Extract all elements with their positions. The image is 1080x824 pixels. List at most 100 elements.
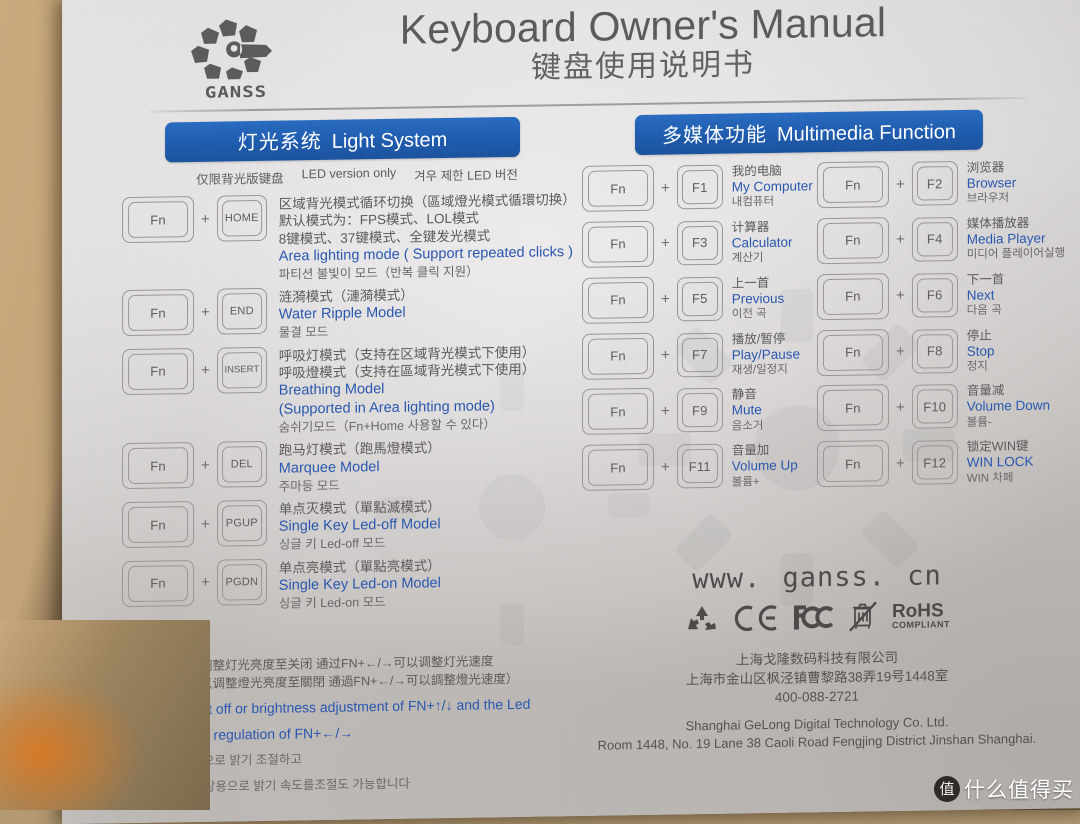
keycap-outer: Fn	[816, 272, 889, 320]
rohs-sublabel: COMPLIANT	[891, 619, 950, 631]
desc-cn-1: 音量减	[966, 383, 1005, 399]
keycap-outer: Fn	[122, 195, 195, 244]
desc-kr-1: WIN 차페	[966, 471, 1014, 485]
key-fn[interactable]: Fn	[816, 272, 889, 320]
plus-separator: +	[895, 287, 905, 305]
key-insert[interactable]: INSERT	[216, 346, 267, 394]
key-fn[interactable]: Fn	[122, 195, 195, 244]
ganss-gear-logo-icon	[191, 19, 273, 80]
key-combo: Fn + PGUP	[122, 499, 267, 549]
key-f7[interactable]: F7	[676, 332, 723, 377]
key-home[interactable]: HOME	[216, 194, 267, 242]
keycap-label: Fn	[128, 294, 189, 332]
brightness-note-kr-1: FN+↑/↓ 버튼 사용으로 밝기 조절하고	[110, 752, 302, 770]
desc-cn-1: 播放/暂停	[731, 331, 786, 347]
plus-separator: +	[895, 175, 905, 193]
multimedia-shortcut-row: Fn + F5 上一首 Previous 이전 곡	[581, 274, 817, 325]
key-fn[interactable]: Fn	[581, 276, 654, 324]
keycap-label: Fn	[587, 169, 648, 207]
shortcut-description: 单点灭模式（單點滅模式） Single Key Led-off Model 싱글 키…	[267, 497, 441, 553]
key-fn[interactable]: Fn	[816, 161, 889, 209]
keycap-outer: Fn	[122, 442, 195, 490]
keycap-label: Fn	[822, 222, 883, 259]
brightness-note-en-2: response speed regulation of FN+←/→	[110, 724, 354, 745]
key-fn[interactable]: Fn	[816, 440, 889, 488]
key-fn[interactable]: Fn	[581, 332, 654, 380]
key-f10[interactable]: F10	[911, 384, 958, 430]
shortcut-description: 停止 Stop 정지	[958, 327, 995, 374]
keycap-label: Fn	[128, 506, 189, 544]
keycap-outer: F9	[676, 388, 723, 433]
multimedia-title-en: Multimedia Function	[776, 121, 956, 146]
desc-kr-1: 볼륨+	[731, 475, 760, 489]
key-fn[interactable]: Fn	[581, 444, 654, 492]
key-f11[interactable]: F11	[676, 443, 723, 489]
multimedia-shortcut-row: Fn + F11 音量加 Volume Up 볼륨+	[581, 441, 817, 492]
desc-en-1: Mute	[731, 402, 762, 418]
key-combo: Fn + HOME	[122, 194, 267, 244]
plus-separator: +	[660, 346, 670, 364]
keycap-outer: Fn	[581, 388, 654, 436]
key-del[interactable]: DEL	[216, 441, 267, 489]
key-combo: Fn + F2	[816, 160, 958, 209]
key-fn[interactable]: Fn	[122, 442, 195, 490]
multimedia-shortcut-row: Fn + F1 我的电脑 My Computer 내컴퓨터	[581, 162, 817, 213]
website-url[interactable]: www. ganss. cn	[577, 558, 1057, 597]
key-combo: Fn + F3	[581, 220, 723, 268]
key-pgup[interactable]: PGUP	[216, 499, 267, 547]
desc-en-1: My Computer	[731, 178, 813, 195]
key-f2[interactable]: F2	[911, 160, 958, 206]
desc-cn-1: 计算器	[731, 219, 770, 235]
keycap-label: F10	[916, 389, 953, 425]
shortcut-description: 音量加 Volume Up 볼륨+	[723, 442, 798, 490]
weee-bin-icon	[849, 601, 877, 632]
multimedia-shortcut-row: Fn + F9 静音 Mute 음소거	[581, 386, 817, 437]
company-info: 上海戈隆数码科技有限公司 上海市金山区枫泾镇曹黎路38弄19号1448室 400…	[577, 645, 1057, 756]
desc-cn-1: 静音	[731, 387, 757, 402]
multimedia-shortcut-row: Fn + F10 音量减 Volume Down 볼륨-	[816, 382, 1052, 433]
key-f12[interactable]: F12	[911, 440, 958, 485]
keycap-outer: Fn	[122, 347, 195, 395]
key-pgdn[interactable]: PGDN	[216, 558, 267, 606]
key-fn[interactable]: Fn	[122, 559, 195, 607]
key-fn[interactable]: Fn	[816, 216, 889, 265]
keycap-outer: Fn	[122, 559, 195, 607]
desc-kr-1: 정지	[966, 360, 988, 373]
keycap-label: Fn	[587, 337, 648, 375]
key-end[interactable]: END	[216, 287, 267, 335]
shortcut-description: 静音 Mute 음소거	[723, 386, 764, 433]
multimedia-shortcut-row: Fn + F3 计算器 Calculator 계산기	[581, 218, 817, 269]
key-combo: Fn + DEL	[122, 441, 267, 490]
key-f8[interactable]: F8	[911, 328, 958, 374]
key-fn[interactable]: Fn	[122, 501, 195, 549]
key-fn[interactable]: Fn	[581, 164, 654, 212]
shortcut-description: 锁定WIN键 WIN LOCK WIN 차페	[958, 438, 1034, 486]
key-combo: Fn + F8	[816, 328, 958, 376]
key-f3[interactable]: F3	[676, 220, 723, 266]
key-combo: Fn + F1	[581, 164, 723, 212]
keycap-label: Fn	[128, 201, 189, 239]
key-fn[interactable]: Fn	[122, 347, 195, 395]
key-f6[interactable]: F6	[911, 272, 958, 318]
light-note-en: LED version only	[301, 165, 397, 182]
desc-kr-1: 싱글 키 Led-off 모드	[278, 536, 386, 552]
keycap-outer: F10	[911, 384, 958, 430]
key-f9[interactable]: F9	[676, 388, 723, 433]
key-f1[interactable]: F1	[676, 164, 723, 210]
key-fn[interactable]: Fn	[816, 384, 889, 432]
desc-kr-1: 싱글 키 Led-on 모드	[278, 594, 386, 611]
keycap-label: F1	[681, 169, 718, 205]
shortcut-description: 下一首 Next 다음 곡	[958, 271, 1005, 319]
key-fn[interactable]: Fn	[122, 289, 195, 337]
keycap-outer: F3	[676, 220, 723, 266]
key-fn[interactable]: Fn	[581, 220, 654, 268]
keycap-outer: Fn	[581, 332, 654, 380]
keycap-label: Fn	[128, 447, 189, 485]
key-f4[interactable]: F4	[911, 216, 958, 262]
key-fn[interactable]: Fn	[816, 328, 889, 376]
key-f5[interactable]: F5	[676, 276, 723, 322]
key-fn[interactable]: Fn	[581, 388, 654, 436]
plus-separator: +	[895, 454, 905, 472]
plus-separator: +	[201, 456, 210, 474]
desc-kr-1: 주마등 모드	[278, 478, 340, 494]
